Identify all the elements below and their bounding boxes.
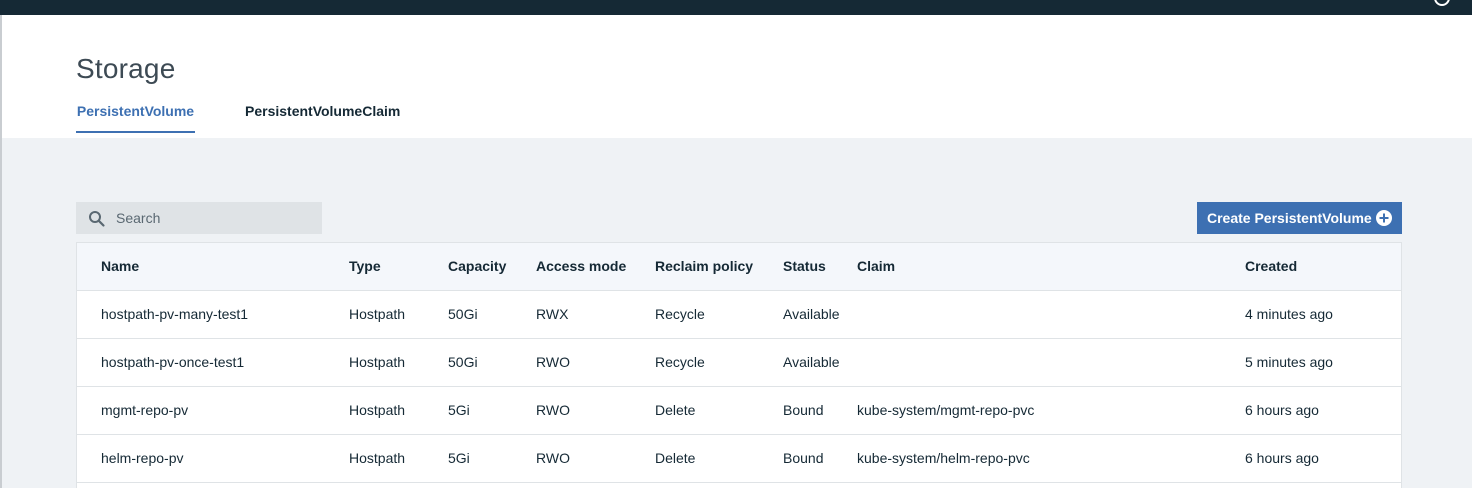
- cell-created: 6 hours ago: [1245, 450, 1319, 466]
- column-header-status[interactable]: Status: [783, 243, 826, 290]
- cell-capacity: 50Gi: [448, 354, 478, 370]
- column-header-type[interactable]: Type: [349, 243, 381, 290]
- cell-created: 6 hours ago: [1245, 402, 1319, 418]
- column-header-capacity[interactable]: Capacity: [448, 243, 506, 290]
- page-title: Storage: [76, 53, 176, 84]
- cell-name[interactable]: hostpath-pv-many-test1: [101, 291, 248, 338]
- table-row[interactable]: mgmt-repo-pv Hostpath 5Gi RWO Delete Bou…: [77, 387, 1401, 435]
- cell-access-mode: RWO: [536, 450, 570, 466]
- cell-claim: kube-system/helm-repo-pvc: [857, 450, 1030, 466]
- table-header: Name Type Capacity Access mode Reclaim p…: [77, 243, 1401, 291]
- persistentvolume-table: Name Type Capacity Access mode Reclaim p…: [76, 242, 1402, 488]
- column-header-access-mode[interactable]: Access mode: [536, 243, 626, 290]
- tab-persistentvolume[interactable]: PersistentVolume: [76, 100, 195, 133]
- cell-access-mode: RWO: [536, 402, 570, 418]
- cell-name[interactable]: mgmt-repo-pv: [101, 387, 188, 434]
- cell-claim: kube-system/mgmt-repo-pvc: [857, 402, 1035, 418]
- search-box[interactable]: [76, 202, 322, 234]
- top-nav-bar: [0, 0, 1472, 15]
- column-header-claim[interactable]: Claim: [857, 243, 895, 290]
- cell-type: Hostpath: [349, 354, 406, 370]
- create-persistentvolume-button[interactable]: Create PersistentVolume: [1197, 202, 1402, 234]
- tab-persistentvolumeclaim[interactable]: PersistentVolumeClaim: [245, 100, 400, 131]
- table-row[interactable]: helm-repo-pv Hostpath 5Gi RWO Delete Bou…: [77, 435, 1401, 483]
- cell-created: 4 minutes ago: [1245, 306, 1333, 322]
- cell-type: Hostpath: [349, 450, 406, 466]
- user-icon[interactable]: [1434, 0, 1450, 6]
- cell-type: Hostpath: [349, 306, 406, 322]
- cell-name[interactable]: helm-repo-pv: [101, 435, 183, 482]
- cell-created: 5 minutes ago: [1245, 354, 1333, 370]
- cell-status: Bound: [783, 450, 824, 466]
- cell-reclaim-policy: Delete: [655, 450, 696, 466]
- cell-access-mode: RWO: [536, 354, 570, 370]
- cell-reclaim-policy: Recycle: [655, 354, 705, 370]
- cell-reclaim-policy: Delete: [655, 402, 696, 418]
- cell-capacity: 5Gi: [448, 402, 470, 418]
- table-row[interactable]: hostpath-pv-many-test1 Hostpath 50Gi RWX…: [77, 291, 1401, 339]
- column-header-reclaim-policy[interactable]: Reclaim policy: [655, 243, 753, 290]
- add-circle-icon: [1376, 210, 1392, 226]
- table-row[interactable]: hostpath-pv-once-test1 Hostpath 50Gi RWO…: [77, 339, 1401, 387]
- create-button-label: Create PersistentVolume: [1207, 210, 1372, 226]
- search-input[interactable]: [116, 202, 316, 234]
- column-header-created[interactable]: Created: [1245, 243, 1297, 290]
- cell-access-mode: RWX: [536, 306, 569, 322]
- cell-status: Bound: [783, 402, 824, 418]
- column-header-name[interactable]: Name: [101, 243, 139, 290]
- cell-name[interactable]: hostpath-pv-once-test1: [101, 339, 244, 386]
- cell-type: Hostpath: [349, 402, 406, 418]
- cell-capacity: 5Gi: [448, 450, 470, 466]
- cell-reclaim-policy: Recycle: [655, 306, 705, 322]
- search-icon: [89, 211, 105, 227]
- cell-status: Available: [783, 354, 840, 370]
- cell-status: Available: [783, 306, 840, 322]
- cell-capacity: 50Gi: [448, 306, 478, 322]
